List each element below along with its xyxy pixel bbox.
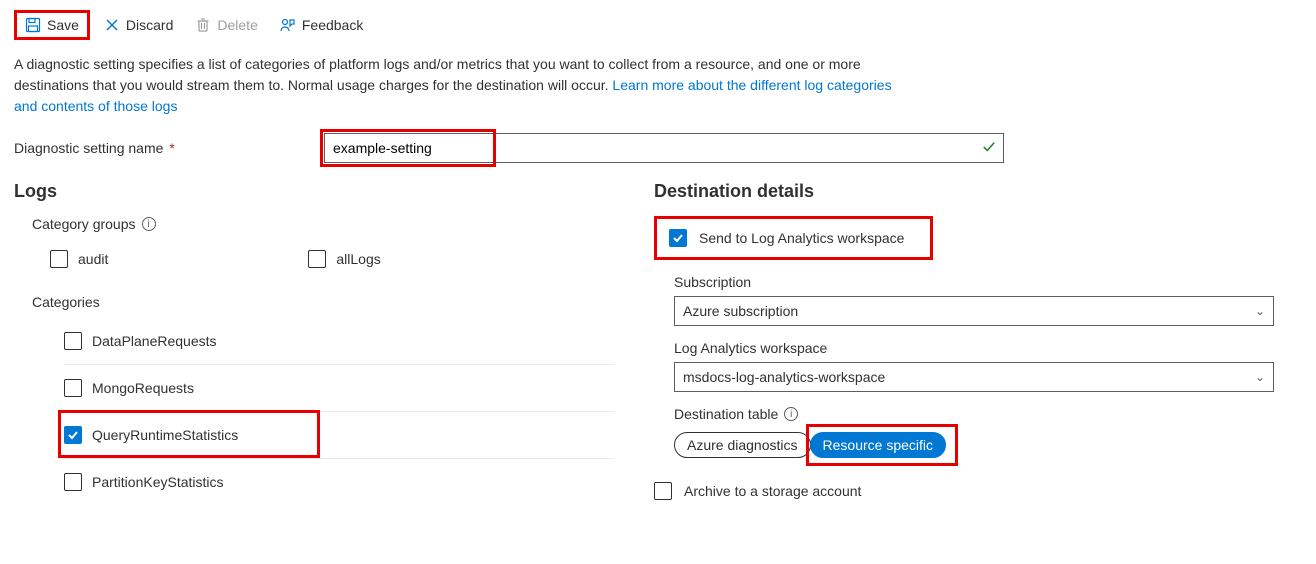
- logs-heading: Logs: [14, 181, 614, 202]
- destination-heading: Destination details: [654, 181, 1302, 202]
- feedback-icon: [280, 17, 296, 33]
- category-label: QueryRuntimeStatistics: [92, 427, 238, 443]
- chevron-down-icon: ⌄: [1255, 304, 1265, 318]
- setting-name-label: Diagnostic setting name *: [14, 140, 324, 156]
- azure-diagnostics-toggle[interactable]: Azure diagnostics: [674, 432, 811, 458]
- workspace-label: Log Analytics workspace: [674, 340, 1302, 356]
- setting-name-input[interactable]: [324, 133, 1004, 163]
- send-law-checkbox[interactable]: [669, 229, 687, 247]
- info-icon[interactable]: i: [784, 407, 798, 421]
- alllogs-label: allLogs: [336, 251, 380, 267]
- category-groups-label: Category groups i: [32, 216, 614, 232]
- check-icon: [982, 140, 996, 157]
- delete-button: Delete: [187, 13, 265, 37]
- archive-label: Archive to a storage account: [684, 483, 861, 499]
- workspace-select[interactable]: msdocs-log-analytics-workspace ⌄: [674, 362, 1274, 392]
- audit-label: audit: [78, 251, 108, 267]
- queryruntimestatistics-checkbox[interactable]: [64, 426, 82, 444]
- archive-checkbox[interactable]: [654, 482, 672, 500]
- save-icon: [25, 17, 41, 33]
- close-icon: [104, 17, 120, 33]
- save-label: Save: [47, 17, 79, 33]
- subscription-select[interactable]: Azure subscription ⌄: [674, 296, 1274, 326]
- chevron-down-icon: ⌄: [1255, 370, 1265, 384]
- alllogs-checkbox[interactable]: [308, 250, 326, 268]
- feedback-button[interactable]: Feedback: [272, 13, 371, 37]
- category-label: MongoRequests: [92, 380, 194, 396]
- category-label: DataPlaneRequests: [92, 333, 217, 349]
- dataplanerequests-checkbox[interactable]: [64, 332, 82, 350]
- feedback-label: Feedback: [302, 17, 363, 33]
- partitionkeystatistics-checkbox[interactable]: [64, 473, 82, 491]
- subscription-label: Subscription: [674, 274, 1302, 290]
- delete-label: Delete: [217, 17, 257, 33]
- mongorequests-checkbox[interactable]: [64, 379, 82, 397]
- save-button[interactable]: Save: [17, 13, 87, 37]
- resource-specific-toggle[interactable]: Resource specific: [810, 432, 947, 458]
- trash-icon: [195, 17, 211, 33]
- audit-checkbox[interactable]: [50, 250, 68, 268]
- discard-label: Discard: [126, 17, 173, 33]
- send-law-label: Send to Log Analytics workspace: [699, 230, 904, 246]
- discard-button[interactable]: Discard: [96, 13, 181, 37]
- info-icon[interactable]: i: [142, 217, 156, 231]
- category-label: PartitionKeyStatistics: [92, 474, 224, 490]
- categories-label: Categories: [32, 294, 614, 310]
- destination-table-label: Destination table i: [674, 406, 1302, 422]
- description-text: A diagnostic setting specifies a list of…: [0, 54, 920, 129]
